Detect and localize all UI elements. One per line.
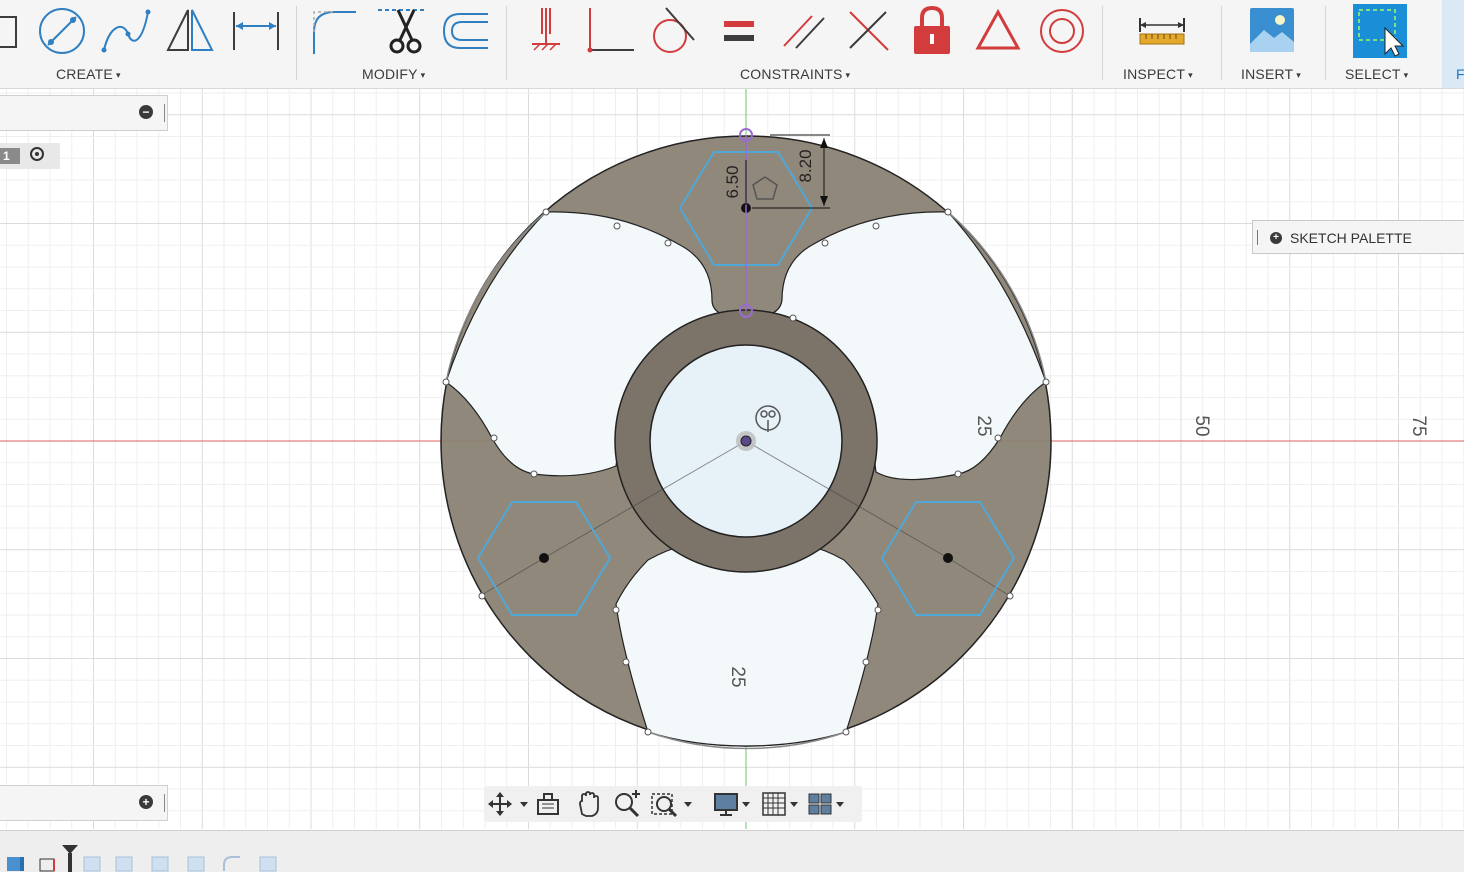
rectangle-icon[interactable] [0, 4, 22, 58]
zoom-window-icon[interactable] [650, 790, 696, 818]
modify-label: MODIFY [362, 66, 418, 82]
insert-image-icon[interactable] [1244, 4, 1300, 58]
look-at-icon[interactable] [534, 790, 562, 818]
expand-icon[interactable]: + [139, 795, 153, 809]
group-divider [1325, 6, 1326, 80]
concentric-icon[interactable] [1034, 4, 1090, 58]
grip-icon[interactable] [164, 104, 165, 122]
timeline-fillet-icon[interactable] [222, 855, 242, 872]
parallel-icon[interactable] [776, 4, 832, 58]
timeline-feature-icon[interactable] [186, 855, 206, 872]
group-divider [1102, 6, 1103, 80]
inspect-menu[interactable]: INSPECT ▾ [1123, 66, 1193, 82]
constraints-menu[interactable]: CONSTRAINTS ▾ [740, 66, 850, 82]
chevron-down-icon: ▾ [1403, 70, 1409, 80]
dimension-6-50-label: 6.50 [723, 165, 742, 198]
insert-label: INSERT [1241, 66, 1294, 82]
zoom-icon[interactable] [612, 790, 642, 818]
sketch-palette-label: SKETCH PALETTE [1290, 230, 1412, 246]
browser-row[interactable]: 1 [0, 143, 60, 169]
dimension-8-20-label: 8.20 [796, 149, 815, 182]
equal-icon[interactable] [712, 4, 768, 58]
chevron-down-icon: ▾ [1296, 70, 1302, 80]
select-icon[interactable] [1351, 4, 1407, 58]
perpendicular-icon[interactable] [842, 4, 898, 58]
fillet-icon[interactable] [306, 4, 362, 58]
timeline-feature-icon[interactable] [114, 855, 134, 872]
axis-label-25-vertical: 25 [727, 666, 748, 687]
axis-label-50: 50 [1191, 415, 1212, 436]
offset-icon[interactable] [438, 4, 494, 58]
grip-icon[interactable] [164, 794, 165, 812]
triangle-icon[interactable] [970, 4, 1026, 58]
pan-icon[interactable] [574, 790, 602, 818]
spline-icon[interactable] [98, 4, 154, 58]
timeline-marker-icon[interactable] [62, 845, 82, 872]
timeline-sketch-icon[interactable] [38, 855, 58, 872]
inspect-label: INSPECT [1123, 66, 1186, 82]
circle-icon[interactable] [34, 4, 90, 58]
visibility-radio-icon[interactable] [30, 147, 44, 161]
timeline-feature-icon[interactable] [82, 855, 102, 872]
row-number: 1 [0, 148, 20, 164]
measure-icon[interactable] [1134, 4, 1190, 58]
sketch-canvas[interactable]: 6.50 8.20 25 50 75 25 [0, 89, 1464, 829]
grip-icon[interactable] [1257, 230, 1258, 245]
canvas-drawing[interactable]: 6.50 8.20 25 50 75 25 [0, 89, 1464, 829]
insert-menu[interactable]: INSERT ▾ [1241, 66, 1301, 82]
orbit-icon[interactable] [486, 790, 530, 818]
group-divider [296, 6, 297, 80]
constraints-label: CONSTRAINTS [740, 66, 843, 82]
modify-menu[interactable]: MODIFY ▾ [362, 66, 425, 82]
create-menu[interactable]: CREATE ▾ [56, 66, 121, 82]
navigation-bar [484, 786, 862, 822]
tangent-icon[interactable] [644, 4, 700, 58]
timeline-bar [0, 830, 1464, 872]
chevron-down-icon: ▾ [115, 70, 121, 80]
grid-icon[interactable] [760, 790, 804, 818]
display-settings-icon[interactable] [712, 790, 756, 818]
timeline-body-icon[interactable] [6, 855, 26, 872]
viewports-icon[interactable] [806, 790, 850, 818]
lock-icon[interactable] [904, 4, 960, 58]
select-menu[interactable]: SELECT ▾ [1345, 66, 1408, 82]
ribbon-toolbar: CREATE ▾ MODIFY ▾ CONSTRAINTS ▾ INSPECT … [0, 0, 1464, 89]
expand-icon[interactable]: + [1270, 232, 1282, 244]
chevron-down-icon: ▾ [420, 70, 426, 80]
timeline-feature-icon[interactable] [150, 855, 170, 872]
select-label: SELECT [1345, 66, 1401, 82]
finish-sketch-tab[interactable]: F [1442, 0, 1464, 88]
fix-icon[interactable] [518, 4, 574, 58]
browser-panel[interactable]: − [0, 95, 168, 131]
axis-label-75: 75 [1408, 415, 1429, 436]
coincident-icon[interactable] [584, 4, 640, 58]
collapse-icon[interactable]: − [139, 105, 153, 119]
group-divider [506, 6, 507, 80]
trim-icon[interactable] [374, 4, 430, 58]
chevron-down-icon: ▾ [845, 70, 851, 80]
finish-sketch-label: F [1456, 66, 1464, 82]
mirror-icon[interactable] [162, 4, 218, 58]
dimension-icon[interactable] [228, 4, 284, 58]
comments-panel[interactable]: + [0, 785, 168, 821]
chevron-down-icon: ▾ [1188, 70, 1193, 80]
create-label: CREATE [56, 66, 113, 82]
timeline-feature-icon[interactable] [258, 855, 278, 872]
axis-label-25: 25 [973, 415, 994, 436]
sketch-palette-panel[interactable]: + SKETCH PALETTE [1252, 220, 1464, 254]
group-divider [1221, 6, 1222, 80]
